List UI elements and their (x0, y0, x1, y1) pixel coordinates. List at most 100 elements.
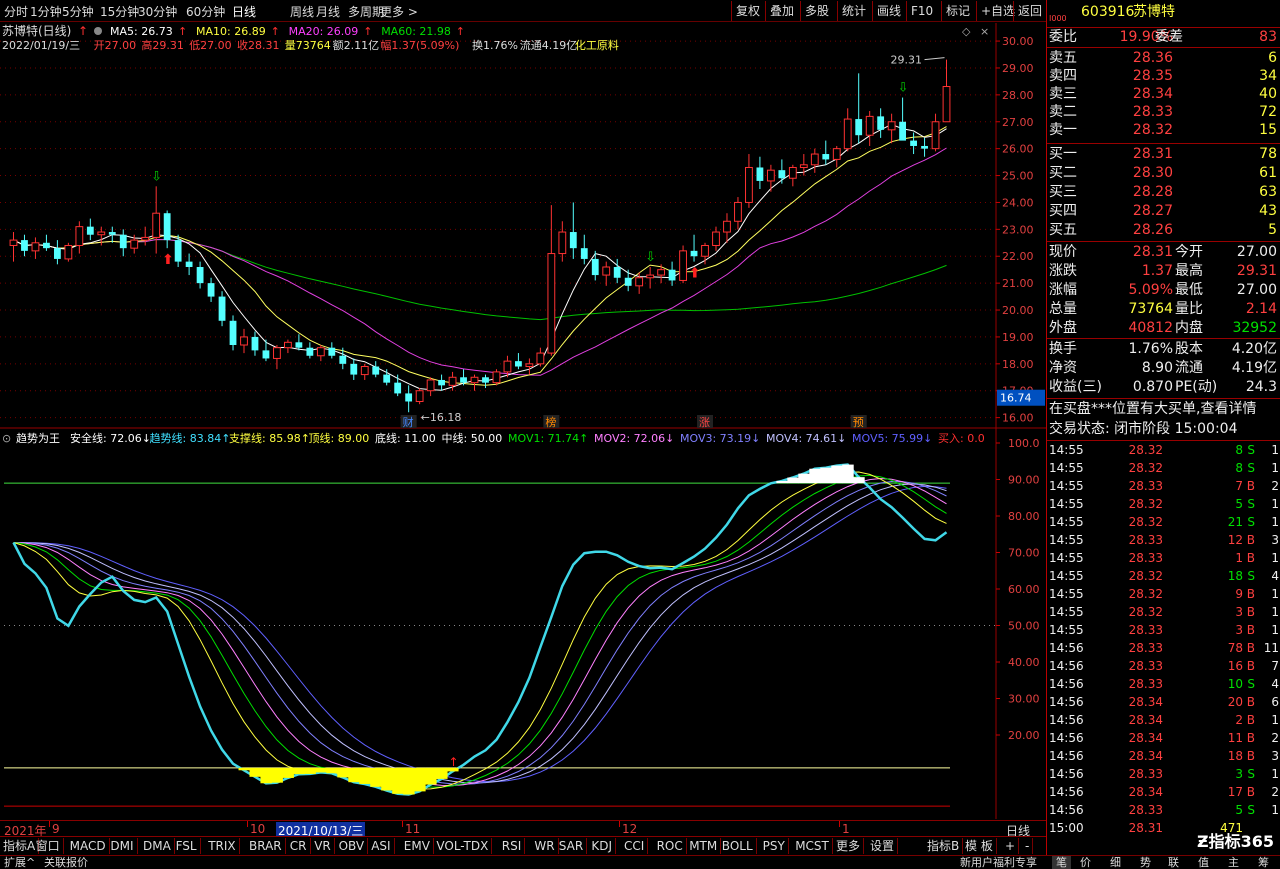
event-tag[interactable]: 预 (853, 416, 864, 429)
indicator-tab[interactable]: ASI (368, 838, 395, 854)
period-tab[interactable]: 日线 (232, 3, 256, 20)
weibi-row: 委比 19.90% 委差 83 (1047, 28, 1280, 46)
tick-count: 11 (1263, 641, 1279, 655)
event-tag[interactable]: 涨 (699, 416, 710, 429)
bottom-left-button[interactable]: 关联报价 (44, 856, 88, 869)
period-tab[interactable]: 5分钟 (62, 3, 94, 20)
indicator-tab[interactable]: BRAR (246, 838, 286, 854)
toolbar-button[interactable]: F10 (906, 1, 937, 21)
period-tab[interactable]: 分时 (4, 3, 28, 20)
stat-row: 净资 8.90 流通 4.19亿 (1047, 359, 1280, 377)
indicator-tab[interactable]: EMV (401, 838, 434, 854)
period-tab[interactable]: 月线 (316, 3, 340, 20)
toolbar-button[interactable]: 返回 (1013, 1, 1046, 21)
stat-row: 现价 28.31 今开 27.00 (1047, 243, 1280, 261)
indicator-tab[interactable]: CR (287, 838, 311, 854)
tick-volume: 5 (1235, 803, 1243, 817)
period-tab[interactable]: 15分钟 (100, 3, 139, 20)
separator (1047, 241, 1280, 242)
bottom-right-button[interactable]: 价 (1080, 856, 1091, 869)
indicator-tab[interactable]: WR (531, 838, 559, 854)
indicator-right-button[interactable]: - (1022, 838, 1034, 854)
stat-value: 4.19亿 (1231, 360, 1277, 376)
indicator-right-button[interactable]: 指标B (924, 838, 964, 854)
bottom-right-button[interactable]: 细 (1110, 856, 1121, 869)
tick-volume: 3 (1235, 767, 1243, 781)
tick-volume: 18 (1227, 569, 1243, 583)
big-order-notice[interactable]: 在买盘***位置有大买单,查看详情 (1049, 400, 1256, 418)
candle-body-up (448, 376, 457, 386)
stat-label: 换手 (1049, 341, 1077, 357)
event-tag[interactable]: 财 (403, 415, 414, 429)
toolbar-button[interactable]: 多股 (800, 1, 833, 21)
toolbar-button[interactable]: 画线 (872, 1, 905, 21)
indicator-tab[interactable]: 更多 (833, 838, 865, 854)
indicator-tab[interactable]: 窗口 (33, 838, 64, 854)
indicator-tab[interactable]: KDJ (588, 838, 617, 854)
bottom-left-button[interactable]: 扩展^ (4, 856, 35, 869)
tick-price: 28.34 (1128, 695, 1163, 709)
tick-time: 14:56 (1049, 713, 1084, 727)
indicator-tab[interactable]: SAR (556, 838, 588, 854)
period-tab[interactable]: 30分钟 (138, 3, 177, 20)
candle-body-up (723, 220, 731, 233)
buy-price: 28.26 (1132, 222, 1173, 238)
bottom-right-button[interactable]: 新用户福利专享 (960, 856, 1037, 869)
candle-body-down (855, 119, 863, 136)
indicator-tab[interactable]: TRIX (205, 838, 240, 854)
collapse-icon[interactable]: ⊙ (2, 432, 11, 445)
settings-icon[interactable] (94, 27, 102, 35)
period-tab[interactable]: 60分钟 (186, 3, 225, 20)
indicator-tab[interactable]: MCST (792, 838, 833, 854)
indicator-tab[interactable]: PSY (760, 838, 789, 854)
indicator-tab[interactable]: RSI (499, 838, 526, 854)
indicator-tab[interactable]: DMA (140, 838, 175, 854)
candle-body-up (734, 201, 742, 222)
indicator-tab[interactable]: VR (311, 838, 335, 854)
stat-label: 股本 (1175, 341, 1203, 357)
indicator-tab[interactable]: OBV (336, 838, 369, 854)
indicator-label: 中线: 50.00 (442, 431, 503, 445)
chart-area[interactable]: 30.00 29.00 28.00 27.00 26.00 25.00 24.00 23.00… (0, 23, 1046, 819)
tick-price: 28.33 (1128, 659, 1163, 673)
period-tab[interactable]: 周线 (290, 3, 314, 20)
x-axis-label: 12 (622, 822, 638, 836)
kline-chart-svg[interactable]: 30.00 29.00 28.00 27.00 26.00 25.00 24.00 23.00… (0, 23, 1046, 819)
indicator-tab[interactable]: VOL-TDX (433, 838, 493, 854)
period-tab[interactable]: 多周期 (348, 3, 384, 20)
bottom-zone-bar (304, 767, 316, 774)
indicator-tab[interactable]: 设置 (867, 838, 899, 854)
bottom-right-button[interactable]: 主 (1228, 856, 1239, 869)
indicator-right-button[interactable]: + (1002, 838, 1020, 854)
indicator-tab[interactable]: MACD (67, 838, 110, 854)
indicator-right-button[interactable]: 模 板 (962, 838, 997, 854)
indicator-tab[interactable]: DMI (107, 838, 138, 854)
period-tab[interactable]: 更多 > (380, 3, 418, 20)
tick-count: 1 (1271, 515, 1279, 529)
indicator-tab[interactable]: MTM (686, 838, 722, 854)
tick-price: 28.34 (1128, 731, 1163, 745)
indicator-tab[interactable]: ROC (654, 838, 687, 854)
indicator-tab[interactable]: CCI (621, 838, 649, 854)
toolbar-button[interactable]: 统计 (837, 1, 870, 21)
tick-count: 1 (1271, 443, 1279, 457)
close-icon[interactable]: × (980, 25, 989, 38)
bottom-right-button[interactable]: 值 (1198, 856, 1209, 869)
toolbar-button[interactable]: 复权 (731, 1, 764, 21)
toolbar-button[interactable]: 标记 (941, 1, 974, 21)
bottom-right-button[interactable]: 联 (1168, 856, 1179, 869)
indicator-tab[interactable]: BOLL (719, 838, 757, 854)
bottom-right-button[interactable]: 笔 (1052, 856, 1071, 869)
bottom-zone-bar (392, 767, 404, 794)
diamond-icon[interactable]: ◇ (962, 25, 971, 38)
event-tag[interactable]: 榜 (545, 415, 556, 429)
tick-row: 14:55 28.33 12 B 3 (1047, 531, 1280, 549)
tick-side: B (1246, 605, 1255, 619)
indicator-tab[interactable]: FSL (173, 838, 201, 854)
period-tab[interactable]: 1分钟 (30, 3, 62, 20)
toolbar-button[interactable]: 叠加 (765, 1, 798, 21)
separator (1047, 398, 1280, 399)
bottom-right-button[interactable]: 势 (1140, 856, 1151, 869)
bottom-right-button[interactable]: 筹 (1258, 856, 1269, 869)
indicator-tick-label: 60.00 (1008, 583, 1040, 596)
